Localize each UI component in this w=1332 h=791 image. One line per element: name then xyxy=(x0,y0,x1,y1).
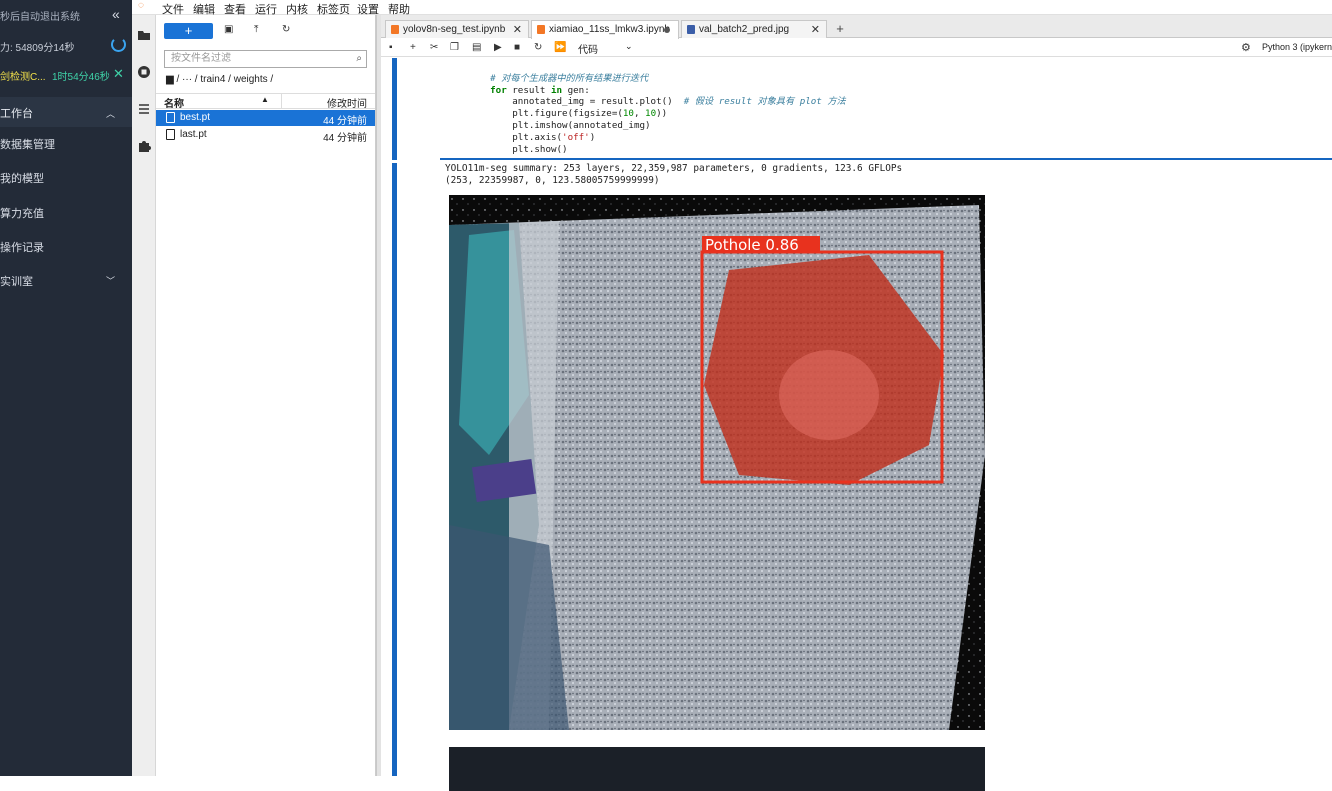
file-icon xyxy=(166,129,175,140)
sidebar-item-records[interactable]: 操作记录 xyxy=(0,239,44,255)
file-modified: 44 分钟前 xyxy=(323,133,367,144)
insert-cell-icon[interactable]: + xyxy=(410,42,416,53)
extension-icon[interactable] xyxy=(137,139,151,153)
code-comment: # 对每个生成器中的所有结果进行迭代 xyxy=(468,72,649,84)
new-tab-button[interactable]: + xyxy=(833,22,847,36)
chevron-down-icon[interactable]: ⌄ xyxy=(625,41,633,52)
sidebar-item-label: 工作台 xyxy=(0,108,33,120)
home-folder-icon[interactable]: ▆ xyxy=(166,74,174,85)
image-file-icon xyxy=(687,25,695,34)
upload-icon[interactable]: ⤒ xyxy=(254,24,258,35)
stop-icon[interactable]: ■ xyxy=(514,42,520,53)
file-icon xyxy=(166,112,175,123)
refresh-icon[interactable] xyxy=(111,37,126,52)
new-folder-icon[interactable]: ▣ xyxy=(224,24,233,35)
run-icon[interactable]: ▶ xyxy=(494,42,502,53)
sidebar-item-datasets[interactable]: 数据集管理 xyxy=(0,136,55,152)
tab-yolov8n-seg-test[interactable]: yolov8n-seg_test.ipynb ✕ xyxy=(385,20,529,38)
file-name: best.pt xyxy=(180,112,211,123)
pothole-detection-image: Pothole 0.86 xyxy=(449,195,985,730)
next-output-image xyxy=(449,747,985,791)
search-icon: ⌕ xyxy=(356,53,362,64)
copy-icon[interactable]: ❐ xyxy=(450,42,459,53)
sidebar-item-label: 操作记录 xyxy=(0,242,44,254)
tab-label: xiamiao_11ss_lmkw3.ipynb xyxy=(549,24,670,35)
jupyter-logo-icon: ◌ xyxy=(138,0,144,11)
file-modified: 44 分钟前 xyxy=(323,116,367,127)
output-line-2: (253, 22359987, 0, 123.58005759999999) xyxy=(445,175,660,186)
tab-xiamiao-notebook[interactable]: xiamiao_11ss_lmkw3.ipynb xyxy=(531,20,679,39)
sidebar-item-lab[interactable]: 实训室 ﹀ xyxy=(0,273,132,289)
code-line: annotated_img = result.plot() # 假设 resul… xyxy=(468,96,846,108)
output-line-1: YOLO11m-seg summary: 253 layers, 22,359,… xyxy=(445,163,903,174)
sidebar-item-workbench[interactable]: 工作台 ︿ xyxy=(0,97,132,127)
job-time: 1时54分46秒 xyxy=(52,72,110,83)
sidebar-item-label: 数据集管理 xyxy=(0,139,55,151)
chevron-down-icon: ﹀ xyxy=(106,276,116,286)
sidebar-item-models[interactable]: 我的模型 xyxy=(0,170,44,186)
new-launcher-button[interactable]: + xyxy=(164,23,213,39)
cell-type-select[interactable]: 代码 xyxy=(578,41,598,56)
column-modified[interactable]: 修改时间 xyxy=(327,95,367,110)
notebook-icon xyxy=(391,25,399,34)
table-of-contents-icon[interactable] xyxy=(137,102,151,116)
tab-label: yolov8n-seg_test.ipynb xyxy=(403,24,506,35)
sidebar-item-label: 实训室 xyxy=(0,276,33,288)
chevron-up-icon: ︿ xyxy=(106,109,116,119)
close-tab-icon[interactable]: ✕ xyxy=(811,23,820,36)
sidebar-item-label: 算力充值 xyxy=(0,208,44,220)
notebook-icon xyxy=(537,25,545,34)
notebook-toolbar: ▪ + ✂ ❐ ▤ ▶ ■ ↻ ⏩ 代码 ⌄ ⚙ Python 3 (ipyke… xyxy=(381,39,1332,57)
file-row-best[interactable]: best.pt 44 分钟前 xyxy=(156,110,375,127)
breadcrumb[interactable]: ▆ / ··· / train4 / weights / xyxy=(166,74,273,85)
active-cell-indicator xyxy=(392,58,397,160)
collapse-sidebar-icon[interactable]: « xyxy=(112,6,120,22)
close-job-icon[interactable]: ✕ xyxy=(113,66,124,82)
file-list-header: 名称 ▲ 修改时间 xyxy=(156,93,375,110)
code-cell[interactable]: # 对每个生成器中的所有结果进行迭代 for result in gen: an… xyxy=(440,58,1332,160)
tab-bar: yolov8n-seg_test.ipynb ✕ xiamiao_11ss_lm… xyxy=(381,15,1332,39)
tab-val-batch2-pred[interactable]: val_batch2_pred.jpg ✕ xyxy=(681,20,827,38)
code-line: plt.imshow(annotated_img) xyxy=(468,119,651,131)
column-name[interactable]: 名称 xyxy=(164,95,184,110)
cut-icon[interactable]: ✂ xyxy=(430,42,438,53)
restart-icon[interactable]: ↻ xyxy=(534,42,542,53)
file-name: last.pt xyxy=(180,129,207,140)
save-icon[interactable]: ▪ xyxy=(389,42,393,53)
column-divider xyxy=(281,94,282,108)
tab-label: val_batch2_pred.jpg xyxy=(699,24,790,35)
output-image: Pothole 0.86 xyxy=(449,195,985,730)
sidebar-item-recharge[interactable]: 算力充值 xyxy=(0,205,44,221)
code-line: for result in gen: xyxy=(468,84,590,96)
platform-sidebar: 秒后自动退出系统 « 力: 54809分14秒 剑检测C... 1时54分46秒… xyxy=(0,0,132,776)
menu-bar: ◌ 文件 编辑 查看 运行 内核 标签页 设置 帮助 xyxy=(132,0,1332,16)
gear-icon[interactable]: ⚙ xyxy=(1241,41,1251,54)
auto-logout-text: 秒后自动退出系统 xyxy=(0,12,80,23)
code-line: plt.figure(figsize=(10, 10)) xyxy=(468,108,668,120)
quota-text: 力: 54809分14秒 xyxy=(0,43,75,54)
paste-icon[interactable]: ▤ xyxy=(472,42,481,53)
refresh-files-icon[interactable]: ↻ xyxy=(282,24,290,35)
job-name[interactable]: 剑检测C... xyxy=(0,68,46,83)
filter-placeholder: 按文件名过滤 xyxy=(171,53,231,64)
running-sessions-icon[interactable] xyxy=(137,65,151,79)
code-line: plt.axis('off') xyxy=(468,131,596,143)
sort-ascending-icon[interactable]: ▲ xyxy=(261,95,269,104)
unsaved-dot-icon[interactable] xyxy=(664,27,670,33)
notebook-area: yolov8n-seg_test.ipynb ✕ xiamiao_11ss_lm… xyxy=(381,15,1332,791)
file-row-last[interactable]: last.pt 44 分钟前 xyxy=(156,127,375,144)
folder-icon[interactable] xyxy=(137,28,151,42)
activity-bar xyxy=(132,15,156,776)
sidebar-item-label: 我的模型 xyxy=(0,173,44,185)
file-browser: + ▣ ⤒ ↻ 按文件名过滤 ⌕ ▆ / ··· / train4 / weig… xyxy=(156,15,376,776)
kernel-name[interactable]: Python 3 (ipykern xyxy=(1262,42,1332,52)
cell-output-text: YOLO11m-seg summary: 253 layers, 22,359,… xyxy=(445,163,902,187)
detection-label: Pothole 0.86 xyxy=(705,236,799,254)
file-filter-input[interactable]: 按文件名过滤 ⌕ xyxy=(164,50,367,68)
code-line: plt.show() xyxy=(468,143,568,155)
breadcrumb-path[interactable]: / ··· / train4 / weights / xyxy=(176,74,273,85)
close-tab-icon[interactable]: ✕ xyxy=(513,23,522,36)
output-cell-indicator xyxy=(392,163,397,776)
run-all-icon[interactable]: ⏩ xyxy=(554,42,566,53)
